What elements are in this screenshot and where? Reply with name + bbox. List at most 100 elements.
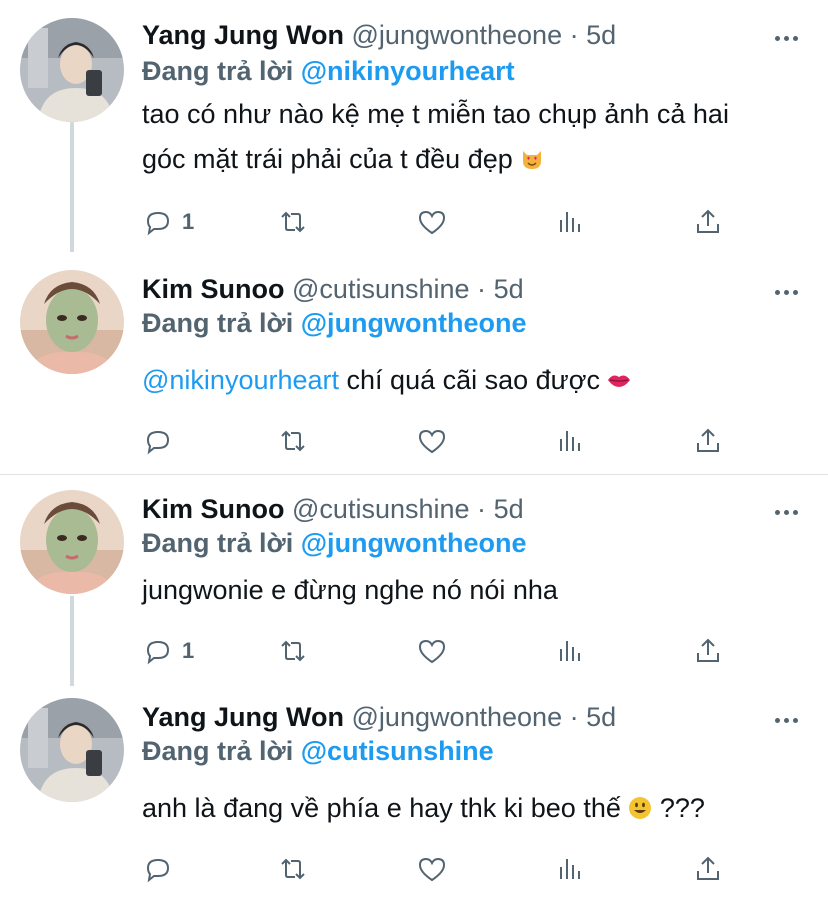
tweet-text-line: anh là đang về phía e hay thk ki beo thế	[142, 793, 621, 823]
tweet-header: Yang Jung Won @jungwontheone · 5d	[142, 18, 616, 52]
replying-prefix: Đang trả lời	[142, 56, 294, 86]
more-options-icon[interactable]	[772, 710, 800, 730]
thread-line	[70, 122, 74, 252]
reply-button[interactable]	[142, 424, 182, 458]
analytics-button[interactable]	[554, 424, 586, 458]
heart-icon	[418, 857, 446, 882]
reply-icon	[146, 430, 170, 455]
tweet[interactable]: Kim Sunoo @cutisunshine · 5d Đang trả lờ…	[0, 266, 828, 466]
display-name[interactable]: Kim Sunoo	[142, 494, 285, 524]
reply-icon	[146, 858, 170, 883]
timestamp[interactable]: 5d	[494, 274, 524, 304]
like-button[interactable]	[416, 852, 448, 886]
retweet-icon	[281, 430, 305, 452]
more-options-icon[interactable]	[772, 502, 800, 522]
heart-icon	[418, 429, 446, 454]
share-button[interactable]	[692, 852, 724, 886]
tweet-actions: 1	[142, 634, 742, 668]
heart-icon	[418, 210, 446, 235]
retweet-button[interactable]	[277, 424, 309, 458]
username[interactable]: @jungwontheone	[352, 20, 563, 50]
mention-link[interactable]: @nikinyourheart	[142, 365, 339, 395]
analytics-icon	[560, 641, 580, 661]
username[interactable]: @jungwontheone	[352, 702, 563, 732]
avatar-photo	[20, 490, 124, 594]
replying-prefix: Đang trả lời	[142, 736, 294, 766]
display-name[interactable]: Yang Jung Won	[142, 702, 344, 732]
timestamp[interactable]: 5d	[586, 702, 616, 732]
analytics-button[interactable]	[554, 852, 586, 886]
replying-to: Đang trả lời @jungwontheone	[142, 306, 527, 340]
replying-mention-link[interactable]: @cutisunshine	[301, 736, 494, 766]
tweet-actions	[142, 424, 742, 458]
timestamp[interactable]: 5d	[586, 20, 616, 50]
share-button[interactable]	[692, 424, 724, 458]
avatar[interactable]	[20, 18, 124, 122]
tweet[interactable]: Yang Jung Won @jungwontheone · 5d Đang t…	[0, 12, 828, 252]
more-options-icon[interactable]	[772, 28, 800, 48]
avatar[interactable]	[20, 698, 124, 802]
share-icon	[697, 209, 719, 233]
share-icon	[697, 638, 719, 662]
replying-prefix: Đang trả lời	[142, 308, 294, 338]
replying-to: Đang trả lời @nikinyourheart	[142, 54, 515, 88]
username[interactable]: @cutisunshine	[292, 274, 470, 304]
reply-icon	[146, 640, 170, 665]
timestamp[interactable]: 5d	[494, 494, 524, 524]
reply-button[interactable]	[142, 852, 182, 886]
reply-button[interactable]: 1	[142, 205, 194, 239]
tweet-divider	[0, 474, 828, 475]
retweet-button[interactable]	[277, 634, 309, 668]
display-name[interactable]: Yang Jung Won	[142, 20, 344, 50]
analytics-button[interactable]	[554, 634, 586, 668]
avatar-photo	[20, 18, 124, 122]
smiley-emoji-icon	[629, 797, 652, 819]
tweet-actions: 1	[142, 205, 742, 239]
share-button[interactable]	[692, 634, 724, 668]
share-button[interactable]	[692, 205, 724, 239]
tweet-text-line: tao có như nào kệ mẹ t miễn tao chụp ảnh…	[142, 99, 729, 129]
separator-dot: ·	[569, 702, 579, 732]
like-button[interactable]	[416, 634, 448, 668]
tweet[interactable]: Yang Jung Won @jungwontheone · 5d Đang t…	[0, 694, 828, 898]
analytics-icon	[560, 431, 580, 451]
separator-dot: ·	[477, 274, 487, 304]
replying-mention-link[interactable]: @nikinyourheart	[301, 56, 515, 86]
analytics-button[interactable]	[554, 205, 586, 239]
retweet-button[interactable]	[277, 852, 309, 886]
lips-emoji-icon	[608, 375, 631, 387]
more-options-icon[interactable]	[772, 282, 800, 302]
username[interactable]: @cutisunshine	[292, 494, 470, 524]
tweet-header: Kim Sunoo @cutisunshine · 5d	[142, 492, 524, 526]
replying-to: Đang trả lời @cutisunshine	[142, 734, 494, 768]
analytics-icon	[560, 859, 580, 879]
tweet-text: tao có như nào kệ mẹ t miễn tao chụp ảnh…	[142, 92, 812, 182]
replying-mention-link[interactable]: @jungwontheone	[301, 528, 527, 558]
tweet-text-line: góc mặt trái phải của t đều đẹp	[142, 144, 513, 174]
reply-button[interactable]: 1	[142, 634, 194, 668]
tweet-text: anh là đang về phía e hay thk ki beo thế…	[142, 786, 812, 831]
thread-line	[70, 596, 74, 686]
avatar-photo	[20, 698, 124, 802]
reply-count: 1	[182, 638, 195, 663]
replying-to: Đang trả lời @jungwontheone	[142, 526, 527, 560]
retweet-icon	[281, 211, 305, 233]
display-name[interactable]: Kim Sunoo	[142, 274, 285, 304]
heart-icon	[418, 639, 446, 664]
retweet-button[interactable]	[277, 205, 309, 239]
retweet-icon	[281, 640, 305, 662]
tweet[interactable]: Kim Sunoo @cutisunshine · 5d Đang trả lờ…	[0, 486, 828, 686]
avatar-photo	[20, 270, 124, 374]
avatar[interactable]	[20, 490, 124, 594]
tweet-text-line: jungwonie e đừng nghe nó nói nha	[142, 575, 558, 605]
avatar[interactable]	[20, 270, 124, 374]
like-button[interactable]	[416, 205, 448, 239]
tweet-header: Yang Jung Won @jungwontheone · 5d	[142, 700, 616, 734]
analytics-icon	[560, 212, 580, 232]
share-icon	[697, 428, 719, 452]
tweet-actions	[142, 852, 742, 886]
like-button[interactable]	[416, 424, 448, 458]
share-icon	[697, 856, 719, 880]
replying-mention-link[interactable]: @jungwontheone	[301, 308, 527, 338]
tweet-header: Kim Sunoo @cutisunshine · 5d	[142, 272, 524, 306]
